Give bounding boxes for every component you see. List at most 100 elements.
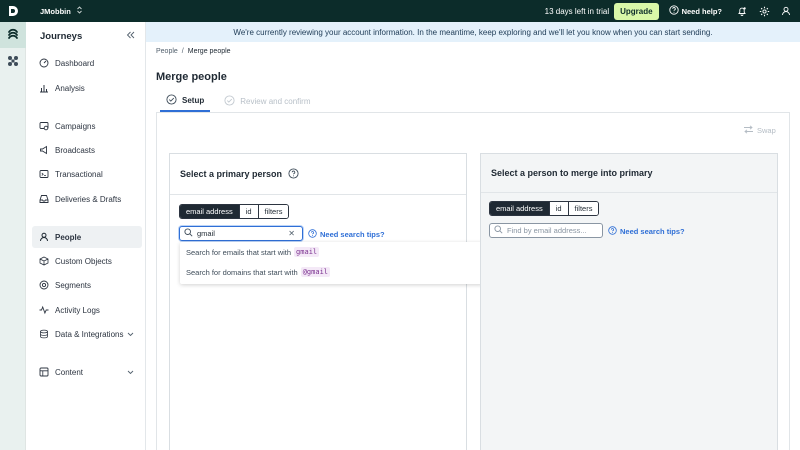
suggestion-code: gmail (294, 247, 320, 257)
search-value: gmail (197, 229, 215, 238)
primary-search-input[interactable]: gmail ✕ (179, 226, 303, 241)
suggestion-domains[interactable]: Search for domains that start with @gmai… (180, 262, 484, 282)
clear-icon[interactable]: ✕ (288, 229, 295, 238)
upgrade-button[interactable]: Upgrade (614, 2, 659, 20)
bar-chart-icon (38, 83, 49, 94)
help-circle-icon[interactable] (288, 167, 299, 181)
campaigns-icon (38, 121, 49, 132)
search-suggestions-dropdown: Search for emails that start with gmail … (180, 242, 484, 284)
tips-label: Need search tips? (620, 227, 685, 236)
collapse-sidebar-icon[interactable] (126, 31, 135, 41)
sidebar-item-label: Broadcasts (55, 145, 96, 155)
suggestion-text: Search for domains that start with (186, 267, 298, 277)
primary-search-type-toggle: email address id filters (179, 204, 290, 219)
breadcrumb-separator: / (181, 48, 184, 55)
swap-button[interactable]: Swap (743, 125, 776, 136)
segments-icon (38, 280, 49, 291)
sidebar-item-custom-objects[interactable]: Custom Objects (32, 250, 142, 272)
workspace-switcher[interactable]: JMobbin (40, 6, 82, 16)
sidebar-item-people[interactable]: People (32, 226, 142, 248)
help-circle-icon (608, 226, 617, 237)
inbox-icon (38, 194, 49, 205)
merge-card-title: Select a person to merge into primary (491, 168, 653, 178)
sidebar-item-campaigns[interactable]: Campaigns (32, 115, 142, 137)
sidebar-item-label: Transactional (55, 169, 103, 179)
megaphone-icon (38, 145, 49, 156)
sidebar-item-analysis[interactable]: Analysis (32, 77, 142, 99)
toggle-filters[interactable]: filters (257, 205, 289, 218)
toggle-filters[interactable]: filters (567, 202, 599, 215)
sidebar-item-segments[interactable]: Segments (32, 274, 142, 296)
database-icon (38, 329, 49, 340)
breadcrumb-people-link[interactable]: People (156, 48, 178, 55)
search-icon (494, 225, 503, 236)
primary-card-title: Select a primary person (180, 169, 283, 179)
sidebar-item-label: Content (55, 367, 84, 377)
chevron-down-icon (127, 330, 134, 339)
suggestion-code: @gmail (300, 267, 331, 277)
toggle-id[interactable]: id (238, 205, 258, 218)
workspace-name: JMobbin (40, 6, 71, 16)
sidebar-item-deliveries-drafts[interactable]: Deliveries & Drafts (32, 188, 142, 210)
page-title: Merge people (156, 71, 227, 83)
merge-person-card: Select a person to merge into primary (480, 153, 778, 450)
toggle-email-address[interactable]: email address (490, 202, 549, 215)
dashboard-icon (38, 58, 49, 69)
top-bar: JMobbin 13 days left in trial Upgrade Ne… (0, 0, 800, 22)
sidebar-item-label: Deliveries & Drafts (55, 194, 122, 204)
suggestion-text: Search for emails that start with (186, 247, 292, 257)
primary-person-card: Select a primary person (169, 153, 467, 450)
secondary-search-tips-link[interactable]: Need search tips? (608, 226, 685, 237)
sidebar-item-label: Segments (55, 280, 92, 290)
account-review-banner: We're currently reviewing your account i… (146, 22, 800, 42)
sidebar-title: Journeys (40, 30, 83, 42)
toggle-email-address[interactable]: email address (180, 205, 239, 218)
gear-icon[interactable] (758, 5, 770, 17)
sidebar-item-label: People (55, 232, 82, 242)
help-circle-icon (668, 5, 679, 17)
tab-review-and-confirm[interactable]: Review and confirm (218, 90, 316, 112)
suggestion-emails[interactable]: Search for emails that start with gmail (180, 242, 484, 262)
person-icon (38, 232, 49, 243)
bell-icon[interactable] (736, 5, 748, 17)
sidebar-item-dashboard[interactable]: Dashboard (32, 52, 142, 74)
primary-search-tips-link[interactable]: Need search tips? (308, 229, 385, 240)
banner-text: We're currently reviewing your account i… (233, 27, 713, 37)
sidebar-item-data-integrations[interactable]: Data & Integrations (32, 323, 142, 345)
sidebar-item-label: Data & Integrations (55, 329, 124, 339)
sidebar-item-label: Custom Objects (55, 256, 112, 266)
activity-icon (38, 305, 49, 316)
cube-icon (38, 256, 49, 267)
chevron-updown-icon (77, 6, 82, 16)
step-tabs: Setup Review and confirm (160, 90, 316, 112)
secondary-search-type-toggle: email address id filters (489, 201, 600, 216)
sidebar-item-activity-logs[interactable]: Activity Logs (32, 299, 142, 321)
breadcrumb-current: Merge people (187, 48, 231, 55)
search-placeholder: Find by email address... (507, 226, 587, 235)
terminal-icon (38, 169, 49, 180)
sidebar-item-transactional[interactable]: Transactional (32, 163, 142, 185)
check-circle-icon (224, 94, 235, 108)
app-logo-icon[interactable] (0, 0, 26, 22)
tab-setup[interactable]: Setup (160, 90, 211, 112)
journeys-logo-icon[interactable] (0, 22, 26, 48)
breadcrumb: People / Merge people (156, 48, 231, 55)
toggle-id[interactable]: id (548, 202, 568, 215)
need-help-button[interactable]: Need help? (668, 5, 722, 17)
swap-arrows-icon (743, 125, 754, 136)
chevron-down-icon (127, 368, 134, 377)
help-circle-icon (308, 229, 317, 240)
trial-status: 13 days left in trial (544, 6, 610, 16)
sidebar-item-label: Campaigns (55, 121, 96, 131)
sidebar-item-content[interactable]: Content (32, 361, 142, 383)
user-account-icon[interactable] (780, 5, 792, 17)
sidebar: Journeys Dashboard Analysis Campaigns Br… (26, 22, 146, 450)
app-rail (0, 22, 26, 450)
sidebar-item-broadcasts[interactable]: Broadcasts (32, 139, 142, 161)
search-icon (184, 228, 193, 239)
integrations-x-icon[interactable] (0, 48, 26, 74)
secondary-search-input[interactable]: Find by email address... (489, 223, 603, 238)
sidebar-item-label: Activity Logs (55, 305, 100, 315)
sidebar-item-label: Analysis (55, 83, 85, 93)
sidebar-item-label: Dashboard (55, 58, 95, 68)
